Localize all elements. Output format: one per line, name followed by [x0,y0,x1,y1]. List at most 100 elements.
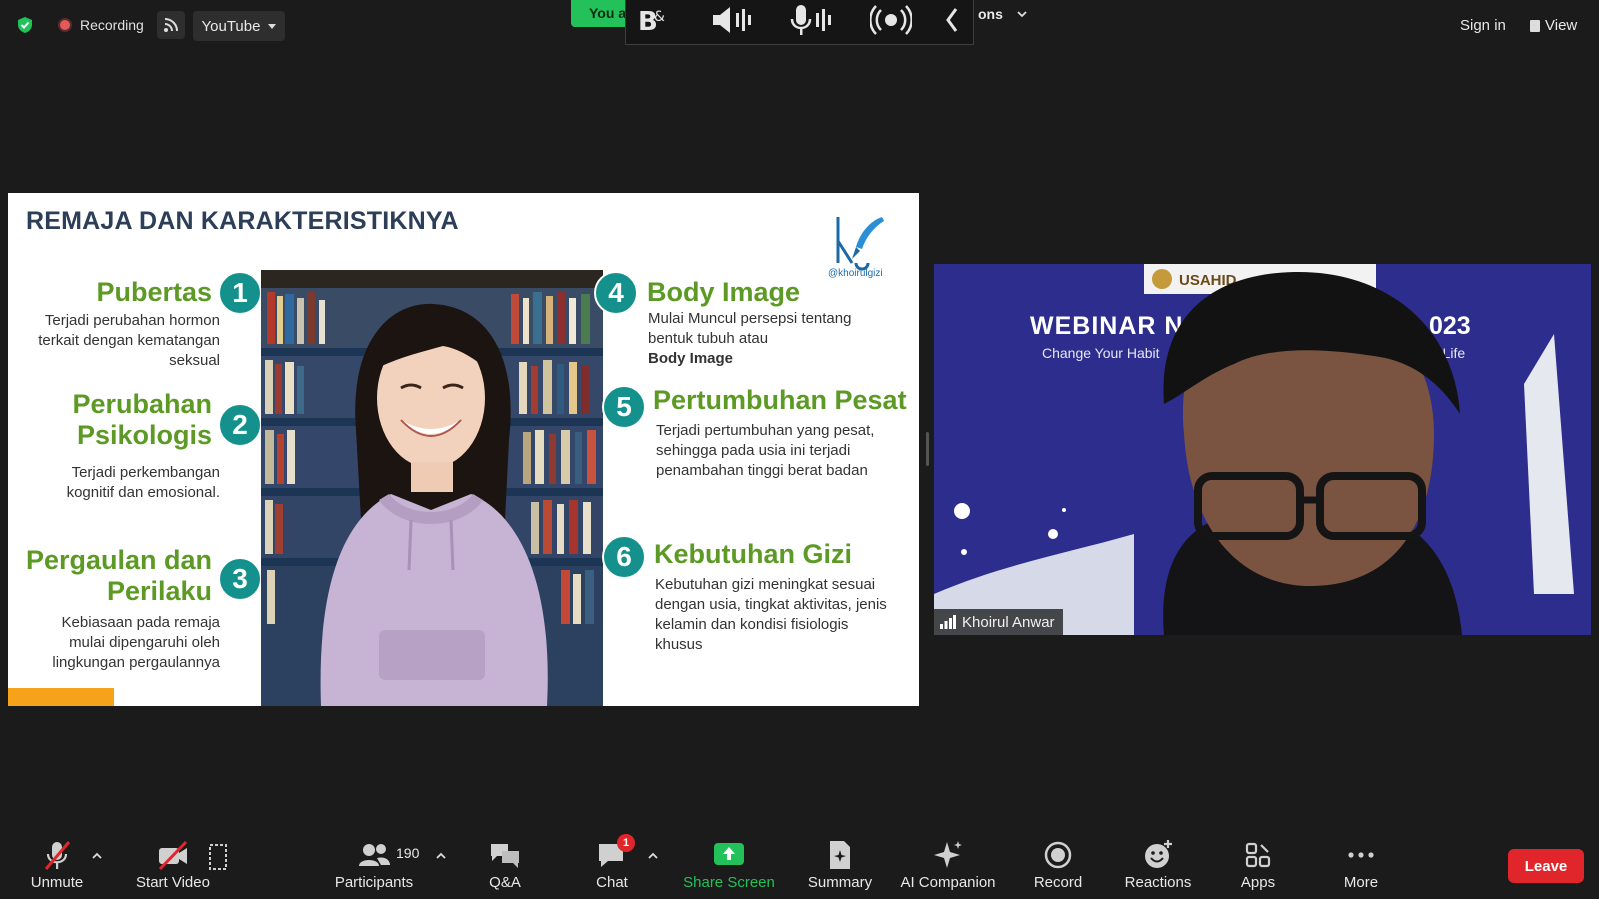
share-screen-label: Share Screen [683,874,775,891]
translation-icon[interactable]: B & [636,3,670,37]
ai-companion-button[interactable]: AI Companion [893,833,1003,891]
backdrop-title-left: WEBINAR N [1030,312,1183,340]
apps-icon [1245,842,1271,868]
slide-footer-bar [8,688,114,706]
ai-sparkle-icon [934,841,962,868]
chevron-up-icon[interactable] [436,852,446,860]
backdrop-title-right: 023 [1429,312,1471,340]
speaker-icon[interactable] [710,3,754,37]
item-2-number: 2 [218,403,262,447]
qa-button[interactable]: Q&A [450,833,560,891]
item-2-title-line1: Perubahan [72,389,212,419]
item-4-text-body: Mulai Muncul persepsi tentang bentuk tub… [648,310,852,347]
leave-button[interactable]: Leave [1508,849,1584,883]
record-button[interactable]: Record [1003,833,1113,891]
item-1-text: Terjadi perubahan hormon terkait dengan … [38,312,220,369]
more-button[interactable]: More [1306,833,1416,891]
reactions-button[interactable]: Reactions [1103,833,1213,891]
view-layout-icon [1530,19,1540,32]
recording-label: Recording [80,17,144,33]
security-shield-icon[interactable] [16,16,34,34]
chevron-down-icon [268,23,277,29]
more-ellipsis-icon [1348,852,1374,858]
item-5-title: Pertumbuhan Pesat [653,385,907,415]
chevron-down-icon[interactable] [1017,10,1027,18]
qa-icon [491,844,519,868]
chevron-left-icon[interactable] [942,3,962,37]
item-2-title: Perubahan Psikologis [38,389,212,451]
item-6-text: Kebutuhan gizi meningkat sesuai dengan u… [655,576,887,653]
item-4-number: 4 [594,271,638,315]
stream-destination-label: YouTube [201,17,261,35]
teen-girl-photo [261,270,603,706]
floating-control-strip: B & [625,0,974,45]
item-5-text: Terjadi pertumbuhan yang pesat, sehingga… [656,422,875,479]
share-screen-button[interactable]: Share Screen [674,833,784,891]
recording-dot-icon [58,18,72,32]
apps-button[interactable]: Apps [1203,833,1313,891]
microphone-icon[interactable] [788,3,834,37]
ai-companion-label: AI Companion [900,874,996,891]
item-1-number: 1 [218,271,262,315]
start-video-label: Start Video [136,874,210,891]
stream-destination-dropdown[interactable]: YouTube [193,11,285,41]
item-4-title: Body Image [647,277,801,307]
participants-count: 190 [396,845,420,861]
shared-screen-slide: REMAJA DAN KARAKTERISTIKNYA @khoirulgizi… [8,193,919,706]
options-menu-label[interactable]: ons [978,6,1003,22]
reactions-smiley-icon [1145,840,1172,868]
item-3-title-line1: Pergaulan dan [25,545,212,575]
item-2-title-line2: Psikologis [76,420,212,450]
broadcast-icon[interactable] [870,3,912,37]
summary-label: Summary [807,874,873,891]
item-3-text: Kebiasaan pada remaja mulai dipengaruhi … [52,614,220,671]
slide-title: REMAJA DAN KARAKTERISTIKNYA [26,207,459,235]
item-6-title: Kebutuhan Gizi [654,539,852,569]
recording-indicator[interactable]: Recording [58,17,144,33]
chat-button[interactable]: 1 Chat [557,833,667,891]
participants-label: Participants [334,874,414,891]
item-2-text: Terjadi perkembangan kognitif dan emosio… [66,464,220,501]
apps-label: Apps [1240,874,1276,891]
more-label: More [1343,874,1379,891]
panel-resize-handle[interactable] [926,432,929,466]
top-bar: Recording YouTube You a B & ons Sign in … [0,0,1599,50]
item-6-number: 6 [602,535,646,579]
video-off-icon [158,840,188,871]
item-3-number: 3 [218,557,262,601]
reactions-label: Reactions [1124,874,1192,891]
chat-label: Chat [596,874,628,891]
item-4-text-bold: Body Image [648,350,734,367]
unmute-button[interactable]: Unmute [2,833,112,891]
item-1-title: Pubertas [96,277,212,307]
chevron-up-icon[interactable] [92,852,102,860]
sign-in-link[interactable]: Sign in [1460,17,1506,34]
summary-button[interactable]: Summary [785,833,895,891]
share-screen-icon [714,843,744,865]
virtual-background-icon[interactable] [208,843,228,871]
chat-unread-badge: 1 [617,834,635,852]
signal-strength-icon [940,615,956,629]
live-stream-button[interactable] [157,11,185,39]
unmute-label: Unmute [30,874,84,891]
you-are-viewing-banner[interactable]: You a [571,0,631,27]
participant-name-tag: Khoirul Anwar [934,609,1063,635]
chevron-up-icon[interactable] [648,852,658,860]
summary-document-icon [830,841,850,869]
item-3-title-line2: Perilaku [106,576,212,606]
qa-label: Q&A [489,874,521,891]
participants-button[interactable]: Participants [319,833,429,891]
view-button[interactable]: View [1530,17,1577,34]
muted-microphone-icon [44,841,71,870]
backdrop-subtitle-left: Change Your Habit [1042,345,1160,361]
participant-name: Khoirul Anwar [962,613,1055,631]
participant-video-tile[interactable]: USAHID WEBINAR N 023 Change Your Habit r… [934,264,1591,635]
item-4-text: Mulai Muncul persepsi tentang bentuk tub… [648,309,878,369]
rss-icon [164,18,178,32]
participants-icon [359,844,390,866]
record-label: Record [1033,874,1083,891]
item-3-title: Pergaulan dan Perilaku [18,545,212,607]
svg-text:&: & [654,9,665,25]
view-label: View [1545,17,1578,34]
item-5-number: 5 [602,385,646,429]
